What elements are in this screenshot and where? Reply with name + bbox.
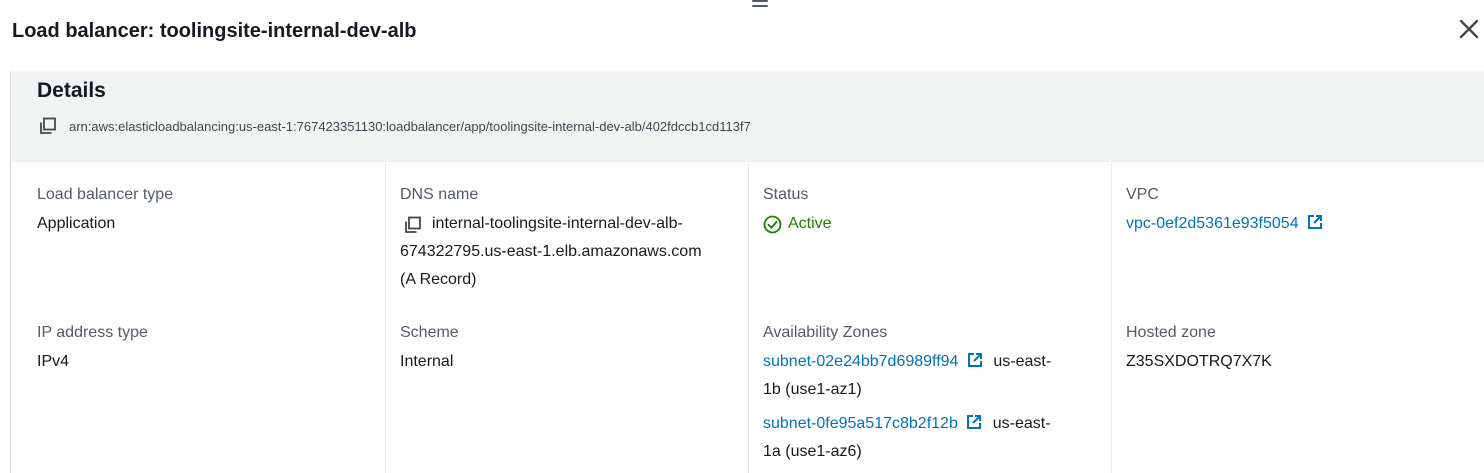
column-1: Load balancer type Application IP addres… [11, 162, 373, 473]
vpc-value-row: vpc-0ef2d5361e93f5054 [1126, 210, 1464, 238]
close-icon [1459, 19, 1479, 39]
details-card: Details arn:aws:elasticloadbalancing:us-… [10, 71, 1484, 473]
dns-label: DNS name [400, 186, 479, 203]
azs-label: Availability Zones [763, 324, 888, 341]
arn-text: arn:aws:elasticloadbalancing:us-east-1:7… [69, 118, 751, 134]
vpc-field: VPC vpc-0ef2d5361e93f5054 [1126, 183, 1464, 238]
scheme-label: Scheme [400, 324, 459, 341]
subnet-zone-line1: us-east- [992, 415, 1051, 432]
copy-arn-icon[interactable] [39, 117, 57, 135]
details-title: Details [37, 79, 106, 102]
lb-type-label: Load balancer type [37, 186, 174, 203]
azs-list: subnet-02e24bb7d6989ff94 us-east- 1b (us… [763, 348, 1101, 466]
lb-type-field: Load balancer type Application [37, 183, 363, 238]
hosted-zone-label: Hosted zone [1126, 324, 1216, 341]
subnet-link[interactable]: subnet-0fe95a517c8b2f12b [763, 415, 958, 432]
dns-value-row: internal-toolingsite-internal-dev-alb- [400, 210, 738, 238]
status-label: Status [763, 186, 809, 203]
arn-row: arn:aws:elasticloadbalancing:us-east-1:7… [39, 117, 751, 135]
dns-value-line1: internal-toolingsite-internal-dev-alb- [432, 215, 683, 232]
subnet-link[interactable]: subnet-02e24bb7d6989ff94 [763, 353, 958, 370]
status-value-row: Active [763, 210, 1101, 238]
subnet-zone-line2: 1a (use1-az6) [763, 443, 862, 460]
status-value: Active [788, 215, 832, 232]
scheme-value: Internal [400, 353, 454, 370]
status-field: Status Active [763, 183, 1101, 238]
lb-type-value: Application [37, 215, 116, 232]
panel-title: Load balancer: toolingsite-internal-dev-… [12, 19, 417, 42]
hosted-zone-field: Hosted zone Z35SXDOTRQ7X7K [1126, 321, 1464, 376]
dns-field: DNS name internal-toolingsite-internal-d… [400, 183, 738, 294]
ip-type-value: IPv4 [37, 353, 70, 370]
external-link-icon[interactable] [967, 350, 983, 367]
details-header: Details arn:aws:elasticloadbalancing:us-… [11, 71, 1484, 162]
subnet-item: subnet-0fe95a517c8b2f12b us-east- 1a (us… [763, 410, 1101, 466]
vpc-label: VPC [1126, 186, 1159, 203]
panel-header: Load balancer: toolingsite-internal-dev-… [12, 16, 1484, 46]
copy-dns-icon[interactable] [404, 216, 422, 234]
dns-value-line3: (A Record) [400, 271, 477, 288]
external-link-icon[interactable] [966, 412, 982, 429]
column-2: DNS name internal-toolingsite-internal-d… [385, 162, 748, 473]
subnet-item: subnet-02e24bb7d6989ff94 us-east- 1b (us… [763, 348, 1101, 404]
column-3: Status Active Availability Zones subnet-… [748, 162, 1111, 473]
hosted-zone-value: Z35SXDOTRQ7X7K [1126, 353, 1272, 370]
check-circle-icon [763, 215, 782, 233]
column-4: VPC vpc-0ef2d5361e93f5054 Hosted zone Z3… [1111, 162, 1474, 473]
vpc-link[interactable]: vpc-0ef2d5361e93f5054 [1126, 215, 1299, 232]
ip-type-field: IP address type IPv4 [37, 321, 363, 376]
ip-type-label: IP address type [37, 324, 148, 341]
external-link-icon[interactable] [1307, 212, 1323, 229]
subnet-zone-line2: 1b (use1-az1) [763, 381, 862, 398]
subnet-zone-line1: us-east- [993, 353, 1052, 370]
azs-field: Availability Zones subnet-02e24bb7d6989f… [763, 321, 1101, 466]
scheme-field: Scheme Internal [400, 321, 738, 376]
dns-value-line2: 674322795.us-east-1.elb.amazonaws.com [400, 243, 702, 260]
drag-handle-icon[interactable] [752, 0, 768, 8]
close-button[interactable] [1458, 18, 1480, 40]
details-grid: Load balancer type Application IP addres… [11, 162, 1484, 473]
